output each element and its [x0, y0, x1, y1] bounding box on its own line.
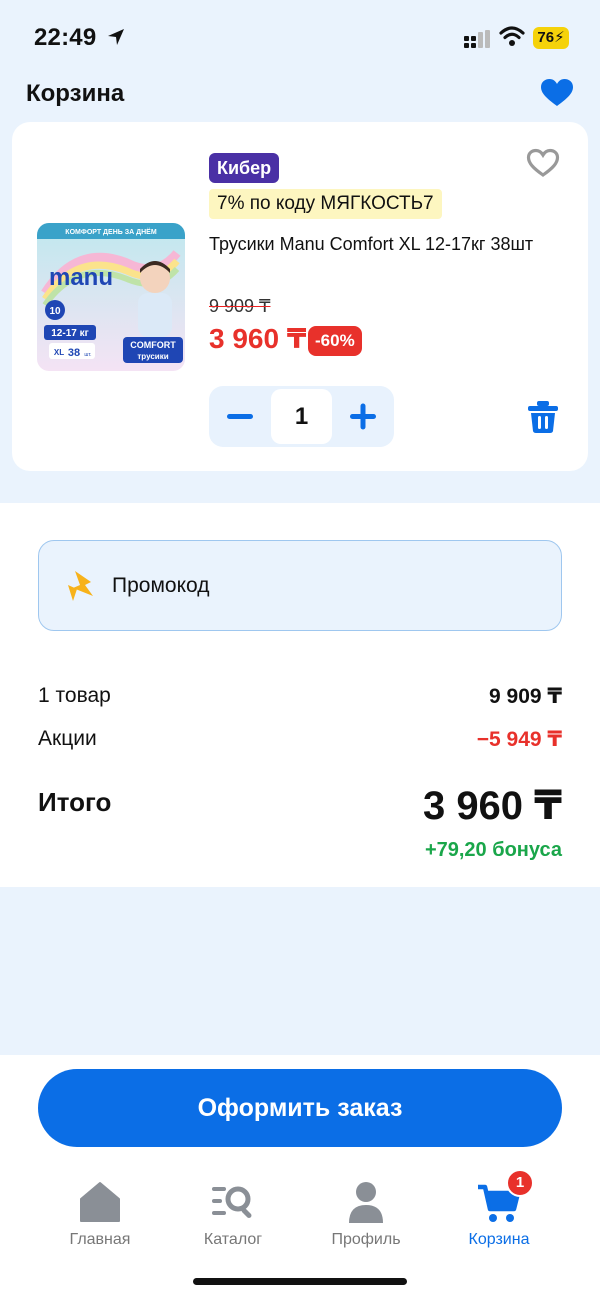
nav-catalog-label: Каталог — [203, 1231, 263, 1248]
quantity-value[interactable]: 1 — [271, 389, 332, 444]
svg-text:XL: XL — [54, 348, 64, 357]
nav-profile[interactable]: Профиль — [311, 1179, 421, 1249]
delete-trash-icon[interactable] — [526, 400, 560, 434]
status-bar: 22:49 76⚡ — [0, 0, 600, 70]
lightning-ticket-icon — [68, 571, 93, 601]
svg-text:38: 38 — [68, 347, 80, 359]
nav-home-label: Главная — [69, 1231, 131, 1248]
svg-text:КОМФОРТ ДЕНЬ ЗА ДНЁМ: КОМФОРТ ДЕНЬ ЗА ДНЁМ — [65, 228, 157, 236]
catalog-search-icon — [212, 1186, 252, 1218]
home-indicator — [193, 1278, 407, 1285]
checkout-button[interactable]: Оформить заказ — [38, 1069, 562, 1147]
promo-code-label: Промокод — [112, 574, 210, 597]
profile-icon — [349, 1182, 383, 1223]
svg-text:10: 10 — [49, 306, 61, 317]
product-title[interactable]: Трусики Manu Comfort XL 12-17кг 38шт — [209, 230, 539, 258]
discount-badge: -60% — [308, 326, 362, 356]
svg-text:COMFORT: COMFORT — [130, 340, 176, 350]
promotions-value: −5 949 ₸ — [476, 728, 562, 751]
cart-icon-wrapper: 1 — [476, 1169, 534, 1225]
home-icon — [80, 1182, 120, 1222]
promo-code-tag: 7% по коду МЯГКОСТЬ7 — [209, 189, 442, 219]
nav-cart-label: Корзина — [468, 1231, 530, 1248]
items-total-value: 9 909 ₸ — [489, 685, 562, 708]
old-price: 9 909 ₸ — [209, 296, 271, 316]
cyber-badge: Кибер — [209, 153, 280, 183]
battery-indicator: 76⚡ — [533, 27, 569, 49]
favorites-heart-icon[interactable] — [540, 78, 574, 108]
page-title: Корзина — [26, 80, 125, 107]
current-price: 3 960 ₸ — [209, 323, 307, 354]
svg-text:12-17 кг: 12-17 кг — [51, 328, 89, 339]
svg-text:manu: manu — [49, 264, 113, 291]
bottom-panel: Оформить заказ Главная Каталог Профиль 1… — [0, 1055, 600, 1297]
nav-profile-label: Профиль — [331, 1231, 401, 1248]
nav-catalog[interactable]: Каталог — [178, 1179, 288, 1249]
product-image[interactable]: КОМФОРТ ДЕНЬ ЗА ДНЁМ manu 10 12-17 кг XL… — [37, 223, 185, 371]
nav-cart[interactable]: 1 Корзина — [444, 1169, 554, 1249]
cart-count-badge: 1 — [506, 1169, 534, 1197]
status-time: 22:49 — [34, 24, 97, 51]
promo-code-field[interactable]: Промокод — [38, 540, 562, 631]
items-count-label: 1 товар — [38, 684, 111, 707]
product-package-illustration: КОМФОРТ ДЕНЬ ЗА ДНЁМ manu 10 12-17 кг XL… — [37, 223, 185, 363]
wifi-icon — [499, 26, 525, 46]
total-label: Итого — [38, 787, 112, 817]
increase-quantity-button[interactable] — [332, 386, 394, 447]
svg-text:трусики: трусики — [137, 352, 168, 361]
add-to-favorites-heart-icon[interactable] — [526, 148, 560, 178]
cellular-signal-icon — [464, 30, 490, 48]
cart-item-card: КОМФОРТ ДЕНЬ ЗА ДНЁМ manu 10 12-17 кг XL… — [12, 122, 588, 471]
quantity-stepper: 1 — [209, 386, 394, 447]
nav-home[interactable]: Главная — [45, 1179, 155, 1249]
bonus-value: +79,20 бонуса — [424, 839, 562, 861]
decrease-quantity-button[interactable] — [209, 386, 271, 447]
promotions-label: Акции — [38, 727, 97, 750]
location-arrow-icon — [108, 29, 124, 45]
svg-text:шт.: шт. — [84, 352, 91, 358]
total-value: 3 960 ₸ — [422, 784, 562, 828]
order-summary: Промокод 1 товар 9 909 ₸ Акции −5 949 ₸ … — [0, 503, 600, 887]
